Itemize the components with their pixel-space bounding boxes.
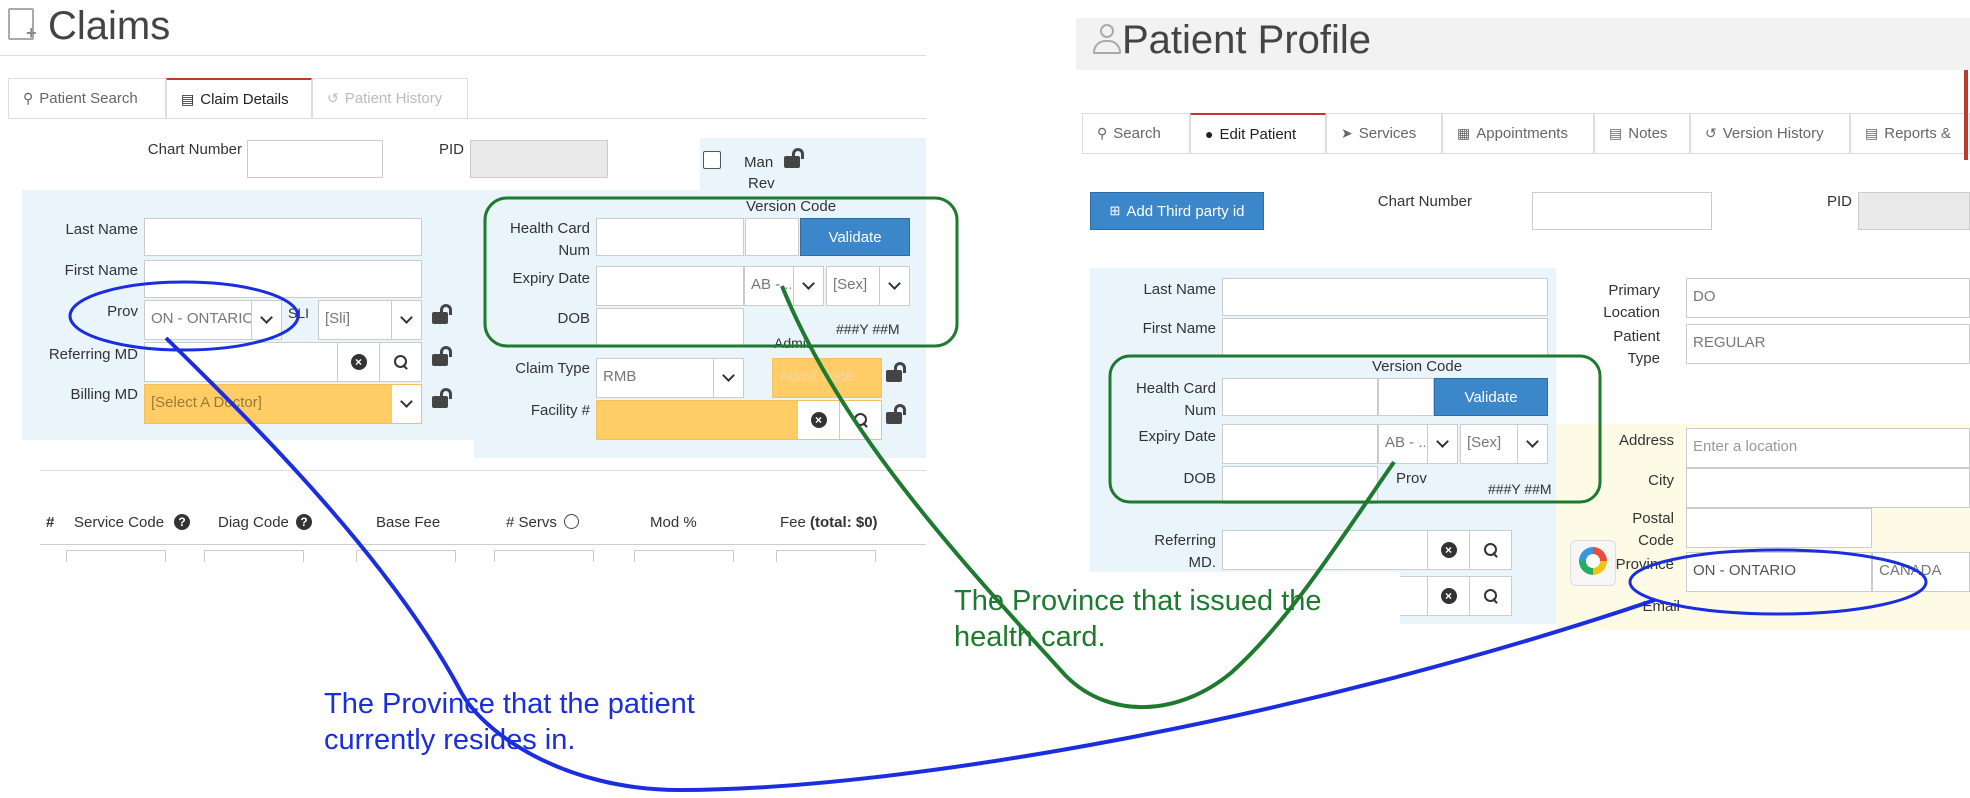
blue-annotation: The Province that the patient currently …	[324, 688, 695, 756]
green-annotation: The Province that issued the health card…	[954, 585, 1322, 653]
annotation-lines	[68, 196, 1928, 793]
